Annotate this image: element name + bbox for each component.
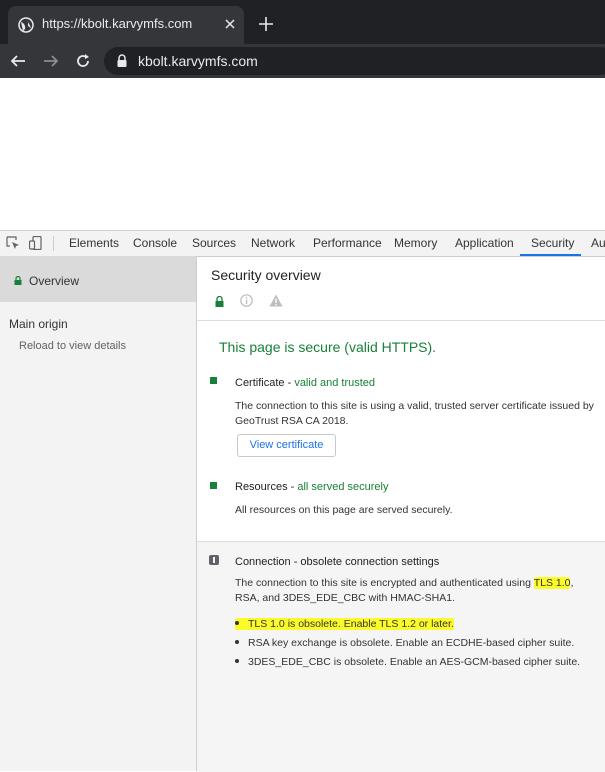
reload-icon[interactable] <box>75 53 91 69</box>
browser-tabstrip: https://kbolt.karvymfs.com <box>0 0 605 44</box>
main-origin-heading: Main origin <box>9 317 68 331</box>
warning-icon <box>269 294 283 307</box>
issue-text: 3DES_EDE_CBC is obsolete. Enable an AES-… <box>248 656 581 668</box>
list-item: TLS 1.0 is obsolete. Enable TLS 1.2 or l… <box>235 618 454 630</box>
sidebar-item-overview[interactable]: Overview <box>0 256 196 302</box>
tab-console[interactable]: Console <box>133 236 177 250</box>
tab-audits[interactable]: Aud <box>591 236 605 250</box>
connection-section: Connection - obsolete connection setting… <box>197 541 605 772</box>
list-item: 3DES_EDE_CBC is obsolete. Enable an AES-… <box>235 656 580 668</box>
page-title: Security overview <box>211 267 321 283</box>
toolbar-separator <box>53 236 54 251</box>
resources-status: all served securely <box>297 481 389 493</box>
certificate-label: Certificate <box>235 377 285 389</box>
certificate-status-icon <box>210 377 217 384</box>
divider <box>197 320 605 321</box>
reload-hint: Reload to view details <box>19 340 127 352</box>
tab-security[interactable]: Security <box>531 236 574 250</box>
certificate-status: valid and trusted <box>294 377 376 389</box>
tab-elements[interactable]: Elements <box>69 236 119 250</box>
lock-icon[interactable] <box>116 54 128 68</box>
issue-text: RSA key exchange is obsolete. Enable an … <box>248 637 575 649</box>
resources-description: All resources on this page are served se… <box>235 504 453 516</box>
resources-label: Resources <box>235 481 288 493</box>
browser-tab[interactable]: https://kbolt.karvymfs.com <box>8 6 244 44</box>
info-icon <box>240 294 253 307</box>
tab-title: https://kbolt.karvymfs.com <box>42 16 193 31</box>
connection-desc-prefix: The connection to this site is encrypted… <box>235 577 531 589</box>
issue-text: TLS 1.0 is obsolete. Enable TLS 1.2 or l… <box>248 618 454 630</box>
info-icon <box>209 555 219 565</box>
certificate-description: The connection to this site is using a v… <box>235 400 594 427</box>
url-text: kbolt.karvymfs.com <box>138 53 258 69</box>
close-tab-icon[interactable] <box>223 17 237 31</box>
secure-message: This page is secure (valid HTTPS). <box>219 339 437 355</box>
secure-lock-icon <box>215 296 224 307</box>
bullet <box>235 659 239 664</box>
resources-status-icon <box>210 482 217 489</box>
device-toolbar-icon[interactable] <box>29 236 43 250</box>
tab-performance[interactable]: Performance <box>313 236 382 250</box>
globe-icon <box>18 17 34 33</box>
lock-icon <box>14 276 22 285</box>
list-item: RSA key exchange is obsolete. Enable an … <box>235 637 574 649</box>
devtools-tabbar: Elements Console Sources Network Perform… <box>0 230 605 257</box>
connection-description: The connection to this site is encrypted… <box>235 576 595 606</box>
view-certificate-button[interactable]: View certificate <box>237 434 336 457</box>
tab-memory[interactable]: Memory <box>394 236 437 250</box>
tab-network[interactable]: Network <box>251 236 295 250</box>
tab-sources[interactable]: Sources <box>192 236 236 250</box>
bullet <box>235 640 239 645</box>
security-sidebar: Overview Main origin Reload to view deta… <box>0 256 197 771</box>
tab-application[interactable]: Application <box>455 236 514 250</box>
certificate-title: Certificate - valid and trusted <box>235 377 376 389</box>
address-bar[interactable]: kbolt.karvymfs.com <box>104 47 605 75</box>
highlighted-issue: TLS 1.0 is obsolete. Enable TLS 1.2 or l… <box>235 618 454 630</box>
new-tab-icon[interactable] <box>258 16 274 32</box>
browser-toolbar: kbolt.karvymfs.com <box>0 44 605 78</box>
forward-arrow-icon[interactable] <box>43 53 59 69</box>
back-arrow-icon[interactable] <box>10 53 26 69</box>
security-overview-panel: Security overview This page is secure (v… <box>197 256 605 772</box>
inspect-element-icon[interactable] <box>6 236 20 250</box>
resources-title: Resources - all served securely <box>235 481 389 493</box>
connection-title: Connection - obsolete connection setting… <box>235 556 440 568</box>
bullet <box>235 621 239 626</box>
tls-version-highlight: TLS 1.0 <box>533 577 571 589</box>
sidebar-item-label: Overview <box>29 274 80 288</box>
